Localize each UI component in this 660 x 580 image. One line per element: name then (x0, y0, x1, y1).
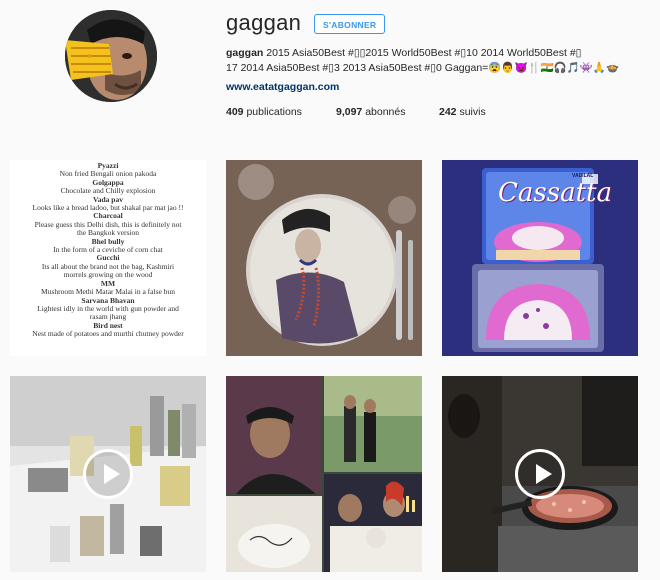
post-video-kitchen-prep[interactable] (10, 376, 206, 572)
stat-following[interactable]: 242 suivis (439, 106, 486, 118)
cassatta-label: Cassatta (498, 178, 612, 208)
stat-publications[interactable]: 409 publications (226, 106, 302, 118)
play-icon[interactable] (515, 449, 565, 499)
website-link[interactable]: www.eatatgaggan.com (226, 81, 339, 93)
profile-username: gaggan (226, 10, 302, 35)
post-collage[interactable] (226, 376, 422, 572)
menu-line: Nest made of potatoes and murthi chutney… (32, 329, 184, 339)
profile-bio: gaggan 2015 Asia50Best #▯▯2015 World50Be… (226, 46, 646, 76)
cassatta-brand: VADILAL (572, 173, 594, 179)
bio-line-1: 2015 Asia50Best #▯▯2015 World50Best #▯10… (263, 47, 582, 59)
stat-followers[interactable]: 9,097 abonnés (336, 106, 406, 118)
posts-grid: Pyazzi Non fried Bengali onion pakoda Golg… (0, 160, 660, 580)
publications-label: publications (246, 106, 302, 118)
profile-avatar[interactable] (65, 10, 157, 102)
play-icon[interactable] (83, 449, 133, 499)
followers-count: 9,097 (336, 106, 363, 118)
publications-count: 409 (226, 106, 244, 118)
follow-button[interactable]: S'ABONNER (314, 14, 386, 34)
post-cassatta[interactable]: Cassatta VADILAL (442, 160, 638, 356)
avatar-photo (65, 10, 157, 102)
menu-text: Pyazzi Non fried Bengali onion pakoda Golg… (10, 160, 206, 356)
profile-header: gaggan S'ABONNER gaggan 2015 Asia50Best … (0, 0, 660, 140)
post-plate-portrait[interactable] (226, 160, 422, 356)
following-label: suivis (459, 106, 486, 118)
bio-name: gaggan (226, 47, 264, 59)
post-menu[interactable]: Pyazzi Non fried Bengali onion pakoda Golg… (10, 160, 206, 356)
followers-label: abonnés (365, 106, 406, 118)
following-count: 242 (439, 106, 457, 118)
collage-photo (226, 376, 422, 572)
bio-line-2: 17 2014 Asia50Best #▯3 2013 Asia50Best #… (226, 62, 620, 74)
plate-portrait-photo (226, 160, 422, 356)
post-video-stove[interactable] (442, 376, 638, 572)
